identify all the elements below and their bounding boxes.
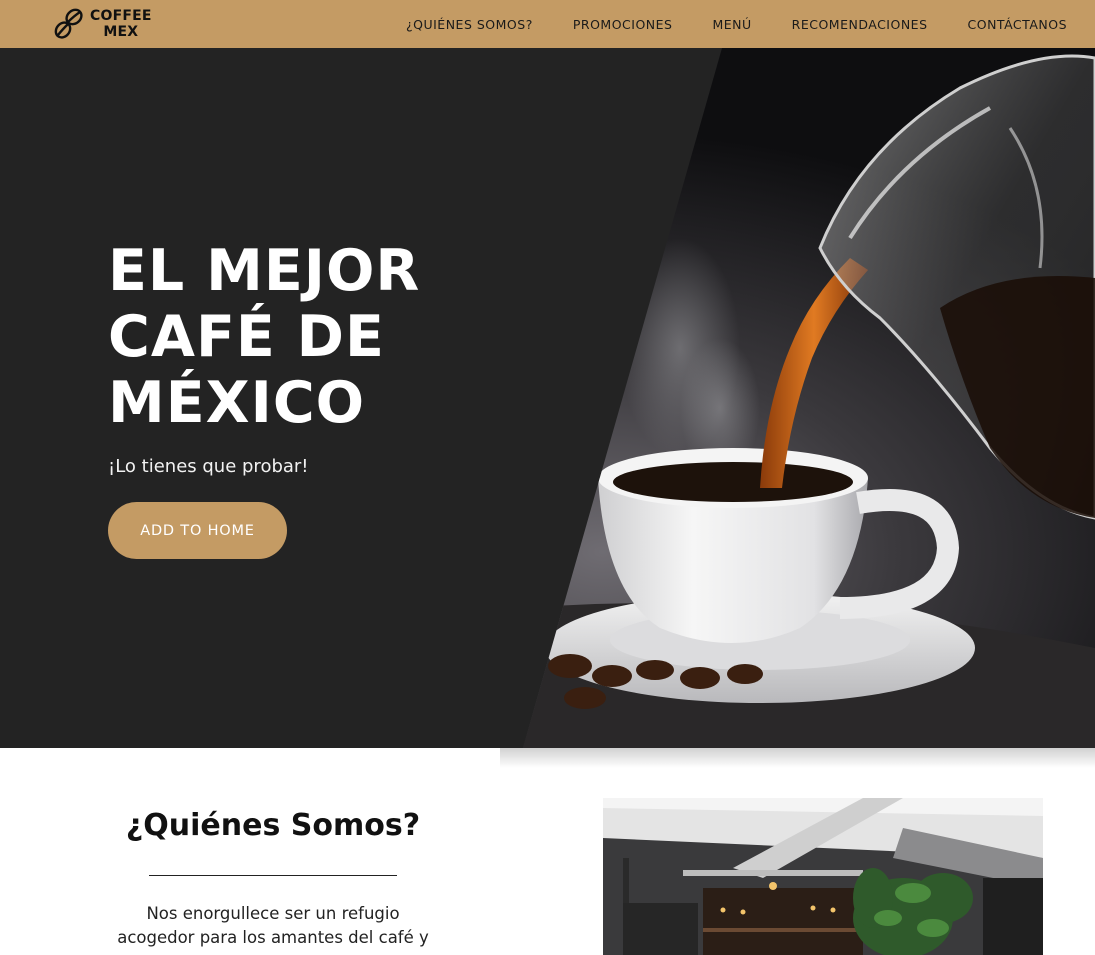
- nav-links: ¿QUIÉNES SOMOS? PROMOCIONES MENÚ RECOMEN…: [406, 0, 1067, 48]
- hero-title-line-2: CAFÉ DE: [108, 304, 385, 370]
- hero-title-line-1: EL MEJOR: [108, 238, 421, 304]
- nav-link-recomendaciones[interactable]: RECOMENDACIONES: [792, 17, 928, 32]
- brand[interactable]: COFFEE MEX: [52, 6, 152, 42]
- coffee-beans-icon: [54, 8, 83, 39]
- about-title: ¿Quiénes Somos?: [125, 808, 421, 843]
- hero-title: EL MEJOR CAFÉ DE MÉXICO: [108, 238, 420, 436]
- hero-title-line-3: MÉXICO: [108, 370, 366, 436]
- brand-line-1: COFFEE: [90, 8, 152, 24]
- hero-shadow: [500, 748, 1095, 768]
- cafe-interior-photo: [603, 798, 1043, 955]
- nav-link-promociones[interactable]: PROMOCIONES: [573, 17, 673, 32]
- about-divider: [149, 875, 397, 876]
- nav-link-menu[interactable]: MENÚ: [712, 17, 751, 32]
- brand-name: COFFEE MEX: [90, 8, 152, 40]
- brand-line-2: MEX: [103, 24, 139, 40]
- hero-subtitle: ¡Lo tienes que probar!: [108, 456, 309, 477]
- nav-link-contactanos[interactable]: CONTÁCTANOS: [968, 17, 1067, 32]
- hero-section: EL MEJOR CAFÉ DE MÉXICO ¡Lo tienes que p…: [0, 48, 1095, 748]
- add-to-home-button[interactable]: ADD TO HOME: [108, 502, 287, 559]
- nav-link-quienes-somos[interactable]: ¿QUIÉNES SOMOS?: [406, 17, 533, 32]
- about-text: Nos enorgullece ser un refugio acogedor …: [117, 904, 429, 947]
- navbar: COFFEE MEX ¿QUIÉNES SOMOS? PROMOCIONES M…: [0, 0, 1095, 48]
